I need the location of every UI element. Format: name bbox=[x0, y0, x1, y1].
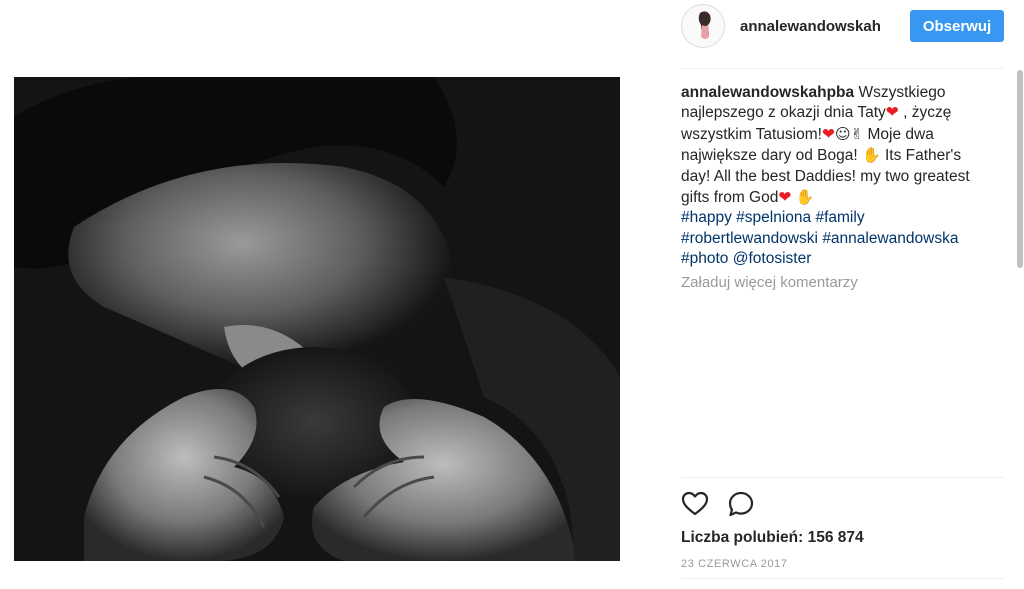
hashtag-link[interactable]: #spelniona bbox=[736, 209, 811, 226]
caption-username[interactable]: annalewandowskahpba bbox=[681, 84, 854, 101]
comment-bubble-icon[interactable] bbox=[727, 490, 755, 518]
post-date: 23 CZERWCA 2017 bbox=[681, 558, 788, 570]
instagram-post-page: annalewandowskah Obserwuj annalewandowsk… bbox=[0, 0, 1024, 589]
hashtag-link[interactable]: #family bbox=[815, 209, 864, 226]
hashtag-link[interactable]: #happy bbox=[681, 209, 732, 226]
likes-count[interactable]: Liczba polubień: 156 874 bbox=[681, 529, 864, 547]
red-heart-emoji: ❤ bbox=[885, 104, 899, 122]
red-heart-emoji: ❤ bbox=[778, 189, 792, 207]
post-photo[interactable] bbox=[14, 77, 620, 561]
folded-hands-emoji: ✋ bbox=[861, 146, 881, 165]
profile-avatar-icon[interactable] bbox=[681, 4, 725, 48]
header-divider bbox=[681, 68, 1004, 69]
hashtag-link[interactable]: #annalewandowska bbox=[822, 230, 958, 247]
post-side-panel: annalewandowskah Obserwuj annalewandowsk… bbox=[681, 0, 1004, 589]
heart-icon[interactable] bbox=[681, 490, 709, 518]
baby-emoji: ☺ bbox=[834, 124, 851, 143]
page-scrollbar[interactable] bbox=[1016, 0, 1024, 589]
post-author-username[interactable]: annalewandowskah bbox=[740, 18, 881, 35]
hashtag-link[interactable]: #photo bbox=[681, 250, 728, 267]
raised-hands-emoji: ✌ bbox=[850, 124, 864, 143]
post-header: annalewandowskah Obserwuj bbox=[681, 4, 1004, 48]
mention-link[interactable]: @fotosister bbox=[733, 250, 812, 267]
follow-button[interactable]: Obserwuj bbox=[910, 10, 1004, 42]
folded-hands-emoji: ✋ bbox=[795, 188, 815, 207]
hashtag-link[interactable]: #robertlewandowski bbox=[681, 230, 818, 247]
post-caption: annalewandowskahpba Wszystkiego najlepsz… bbox=[681, 83, 991, 270]
post-actions bbox=[681, 490, 801, 520]
avatar-illustration bbox=[683, 6, 724, 47]
father-baby-photo bbox=[14, 77, 620, 561]
load-more-comments-link[interactable]: Załaduj więcej komentarzy bbox=[681, 274, 858, 291]
scrollbar-thumb[interactable] bbox=[1017, 70, 1023, 268]
red-heart-emoji: ❤ bbox=[821, 125, 835, 143]
actions-divider bbox=[681, 477, 1004, 478]
footer-divider bbox=[681, 578, 1004, 579]
